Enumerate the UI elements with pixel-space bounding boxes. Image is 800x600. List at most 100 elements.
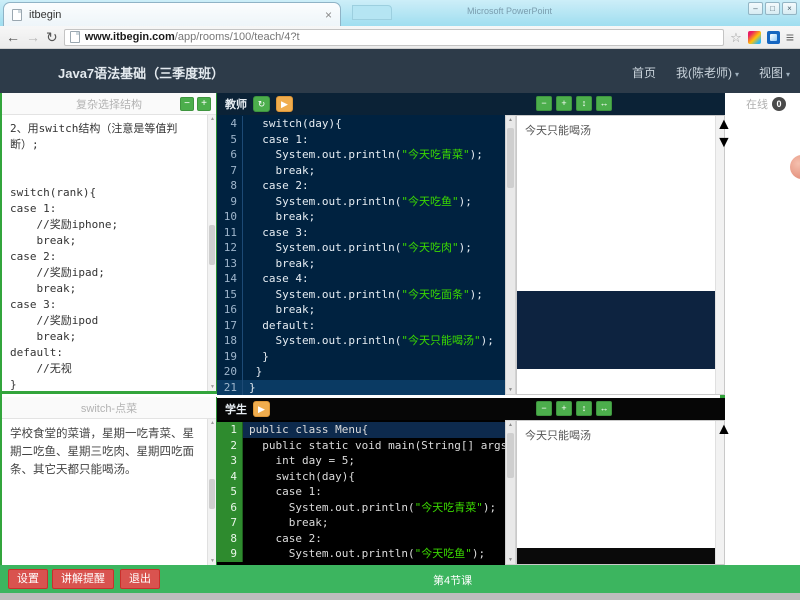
- window-controls: – □ ×: [748, 2, 797, 15]
- scroll-up-icon: ▲: [506, 117, 515, 123]
- resize-vertical-button[interactable]: ↕: [576, 401, 592, 416]
- chevron-down-icon: ▾: [735, 70, 739, 79]
- resize-horizontal-button[interactable]: ↔: [596, 96, 612, 111]
- page-icon: [70, 31, 80, 43]
- online-panel: 在线 0: [730, 93, 800, 565]
- url-domain: www.itbegin.com: [85, 31, 175, 43]
- student-output-text: 今天只能喝汤: [517, 421, 724, 449]
- teacher-window-buttons: − + ↕ ↔: [536, 96, 612, 111]
- browser-tab[interactable]: itbegin ×: [3, 2, 341, 26]
- student-output-panel[interactable]: 今天只能喝汤 ▲: [516, 420, 725, 565]
- explain-reminder-button[interactable]: 讲解提醒: [52, 569, 114, 589]
- forward-icon[interactable]: →: [26, 30, 40, 44]
- student-console-block: [517, 548, 724, 564]
- center-column: 教师 ↻ ▶ − + ↕ ↔ 4 switch(day){5 case 1:6 …: [217, 93, 725, 565]
- scrollbar-thumb[interactable]: [209, 479, 215, 509]
- outline-scrollbar[interactable]: ▲ ▼: [207, 115, 216, 391]
- grow-button[interactable]: +: [556, 401, 572, 416]
- scrollbar-thumb[interactable]: [507, 128, 514, 188]
- task-text: 学校食堂的菜谱，星期一吃青菜、星期二吃鱼、星期三吃肉、星期四吃面条、其它天都只能…: [10, 425, 203, 479]
- scroll-down-icon: ▼: [506, 387, 515, 393]
- scroll-down-icon: ▼: [208, 558, 217, 564]
- url-path: /app/rooms/100/teach/4?t: [175, 31, 300, 43]
- lesson-label: 第4节课: [433, 572, 472, 588]
- window-close-icon[interactable]: ×: [782, 2, 797, 15]
- course-title: Java7语法基础（三季度班）: [58, 63, 224, 82]
- app-header: Java7语法基础（三季度班） 首页 我(陈老师)▾ 视图▾: [0, 49, 800, 93]
- reload-icon[interactable]: ↻: [46, 30, 58, 44]
- teacher-console-block[interactable]: [517, 291, 715, 369]
- shrink-button[interactable]: −: [536, 96, 552, 111]
- task-panel: switch-点菜 学校食堂的菜谱，星期一吃青菜、星期二吃鱼、星期三吃肉、星期四…: [2, 397, 217, 565]
- browser-titlebar: itbegin × Microsoft PowerPoint – □ ×: [0, 0, 800, 26]
- grow-button[interactable]: +: [556, 96, 572, 111]
- online-label: 在线: [746, 96, 768, 112]
- task-panel-title: switch-点菜: [81, 400, 137, 416]
- teacher-code-editor[interactable]: 4 switch(day){5 case 1:6 System.out.prin…: [217, 115, 505, 395]
- nav-home[interactable]: 首页: [632, 64, 656, 81]
- chevron-down-icon: ▾: [786, 70, 790, 79]
- window-minimize-icon[interactable]: –: [748, 2, 763, 15]
- left-column: 复杂选择结构 − + 2、用switch结构（注意是等值判断）; switch(…: [2, 93, 217, 565]
- browser-toolbar: ← → ↻ www.itbegin.com/app/rooms/100/teac…: [0, 26, 800, 49]
- app-nav: 首页 我(陈老师)▾ 视图▾: [632, 64, 790, 81]
- footer-bar: 设置 讲解提醒 退出 第4节课: [0, 565, 800, 593]
- online-header: 在线 0: [730, 93, 800, 115]
- teacher-run-button[interactable]: ▶: [276, 96, 293, 112]
- teacher-output-text: 今天只能喝汤: [517, 116, 724, 144]
- scroll-down-icon: ▼: [208, 384, 217, 390]
- bookmark-star-icon[interactable]: ☆: [730, 31, 742, 44]
- back-icon[interactable]: ←: [6, 30, 20, 44]
- task-panel-body[interactable]: 学校食堂的菜谱，星期一吃青菜、星期二吃鱼、星期三吃肉、星期四吃面条、其它天都只能…: [2, 419, 207, 565]
- url-text: www.itbegin.com/app/rooms/100/teach/4?t: [85, 31, 300, 43]
- sync-button[interactable]: ↻: [253, 96, 270, 112]
- student-label: 学生: [225, 401, 247, 417]
- resize-vertical-button[interactable]: ↕: [576, 96, 592, 111]
- scroll-down-icon: ▼: [506, 557, 515, 563]
- online-count-badge: 0: [772, 97, 786, 111]
- teacher-label: 教师: [225, 96, 247, 112]
- background-window-title: Microsoft PowerPoint: [467, 6, 552, 16]
- task-scrollbar[interactable]: ▲ ▼: [207, 419, 216, 565]
- teacher-output-scrollbar[interactable]: ▲ ▼: [715, 116, 724, 394]
- outline-panel-title: 复杂选择结构: [76, 96, 142, 112]
- scroll-up-icon: ▲: [506, 422, 515, 428]
- settings-button[interactable]: 设置: [8, 569, 48, 589]
- shrink-button[interactable]: −: [536, 401, 552, 416]
- collapse-button[interactable]: −: [180, 97, 194, 111]
- student-run-button[interactable]: ▶: [253, 401, 270, 417]
- student-code-editor[interactable]: 1public class Menu{2 public static void …: [217, 420, 505, 565]
- resize-horizontal-button[interactable]: ↔: [596, 401, 612, 416]
- expand-button[interactable]: +: [197, 97, 211, 111]
- window-maximize-icon[interactable]: □: [765, 2, 780, 15]
- menu-icon[interactable]: ≡: [786, 30, 794, 44]
- new-tab-button[interactable]: [352, 5, 392, 20]
- outline-panel: 复杂选择结构 − + 2、用switch结构（注意是等值判断）; switch(…: [2, 93, 217, 394]
- student-editor-scrollbar[interactable]: ▲ ▼: [505, 420, 516, 565]
- outline-panel-header: 复杂选择结构 − +: [2, 93, 216, 115]
- tab-title: itbegin: [29, 9, 325, 21]
- teacher-output-panel[interactable]: 今天只能喝汤 ▲ ▼: [516, 115, 725, 395]
- exit-button[interactable]: 退出: [120, 569, 160, 589]
- floating-widget[interactable]: [790, 155, 800, 179]
- task-panel-header: switch-点菜: [2, 397, 216, 419]
- teacher-editor-scrollbar[interactable]: ▲ ▼: [505, 115, 516, 395]
- screen: itbegin × Microsoft PowerPoint – □ × ← →…: [0, 0, 800, 600]
- nav-view-dropdown[interactable]: 视图▾: [759, 64, 790, 81]
- main-area: 复杂选择结构 − + 2、用switch结构（注意是等值判断）; switch(…: [0, 93, 800, 565]
- extension-icon[interactable]: [748, 31, 761, 44]
- tab-favicon-icon: [12, 9, 22, 21]
- student-output-scrollbar[interactable]: ▲: [715, 421, 724, 564]
- address-bar[interactable]: www.itbegin.com/app/rooms/100/teach/4?t: [64, 29, 724, 46]
- scroll-up-icon: ▲: [208, 420, 217, 426]
- extension-icon[interactable]: [767, 31, 780, 44]
- outline-panel-body[interactable]: 2、用switch结构（注意是等值判断）; switch(rank){case …: [2, 115, 207, 391]
- tab-close-icon[interactable]: ×: [325, 10, 332, 20]
- scroll-up-icon: ▲: [208, 116, 217, 122]
- teacher-panel-header: 教师 ↻ ▶ − + ↕ ↔: [217, 93, 725, 115]
- student-panel-header: 学生 ▶ − + ↕ ↔: [217, 398, 725, 420]
- bottom-strip: [0, 593, 800, 600]
- scrollbar-thumb[interactable]: [209, 225, 215, 265]
- scrollbar-thumb[interactable]: [507, 433, 514, 478]
- nav-me-dropdown[interactable]: 我(陈老师)▾: [676, 64, 739, 81]
